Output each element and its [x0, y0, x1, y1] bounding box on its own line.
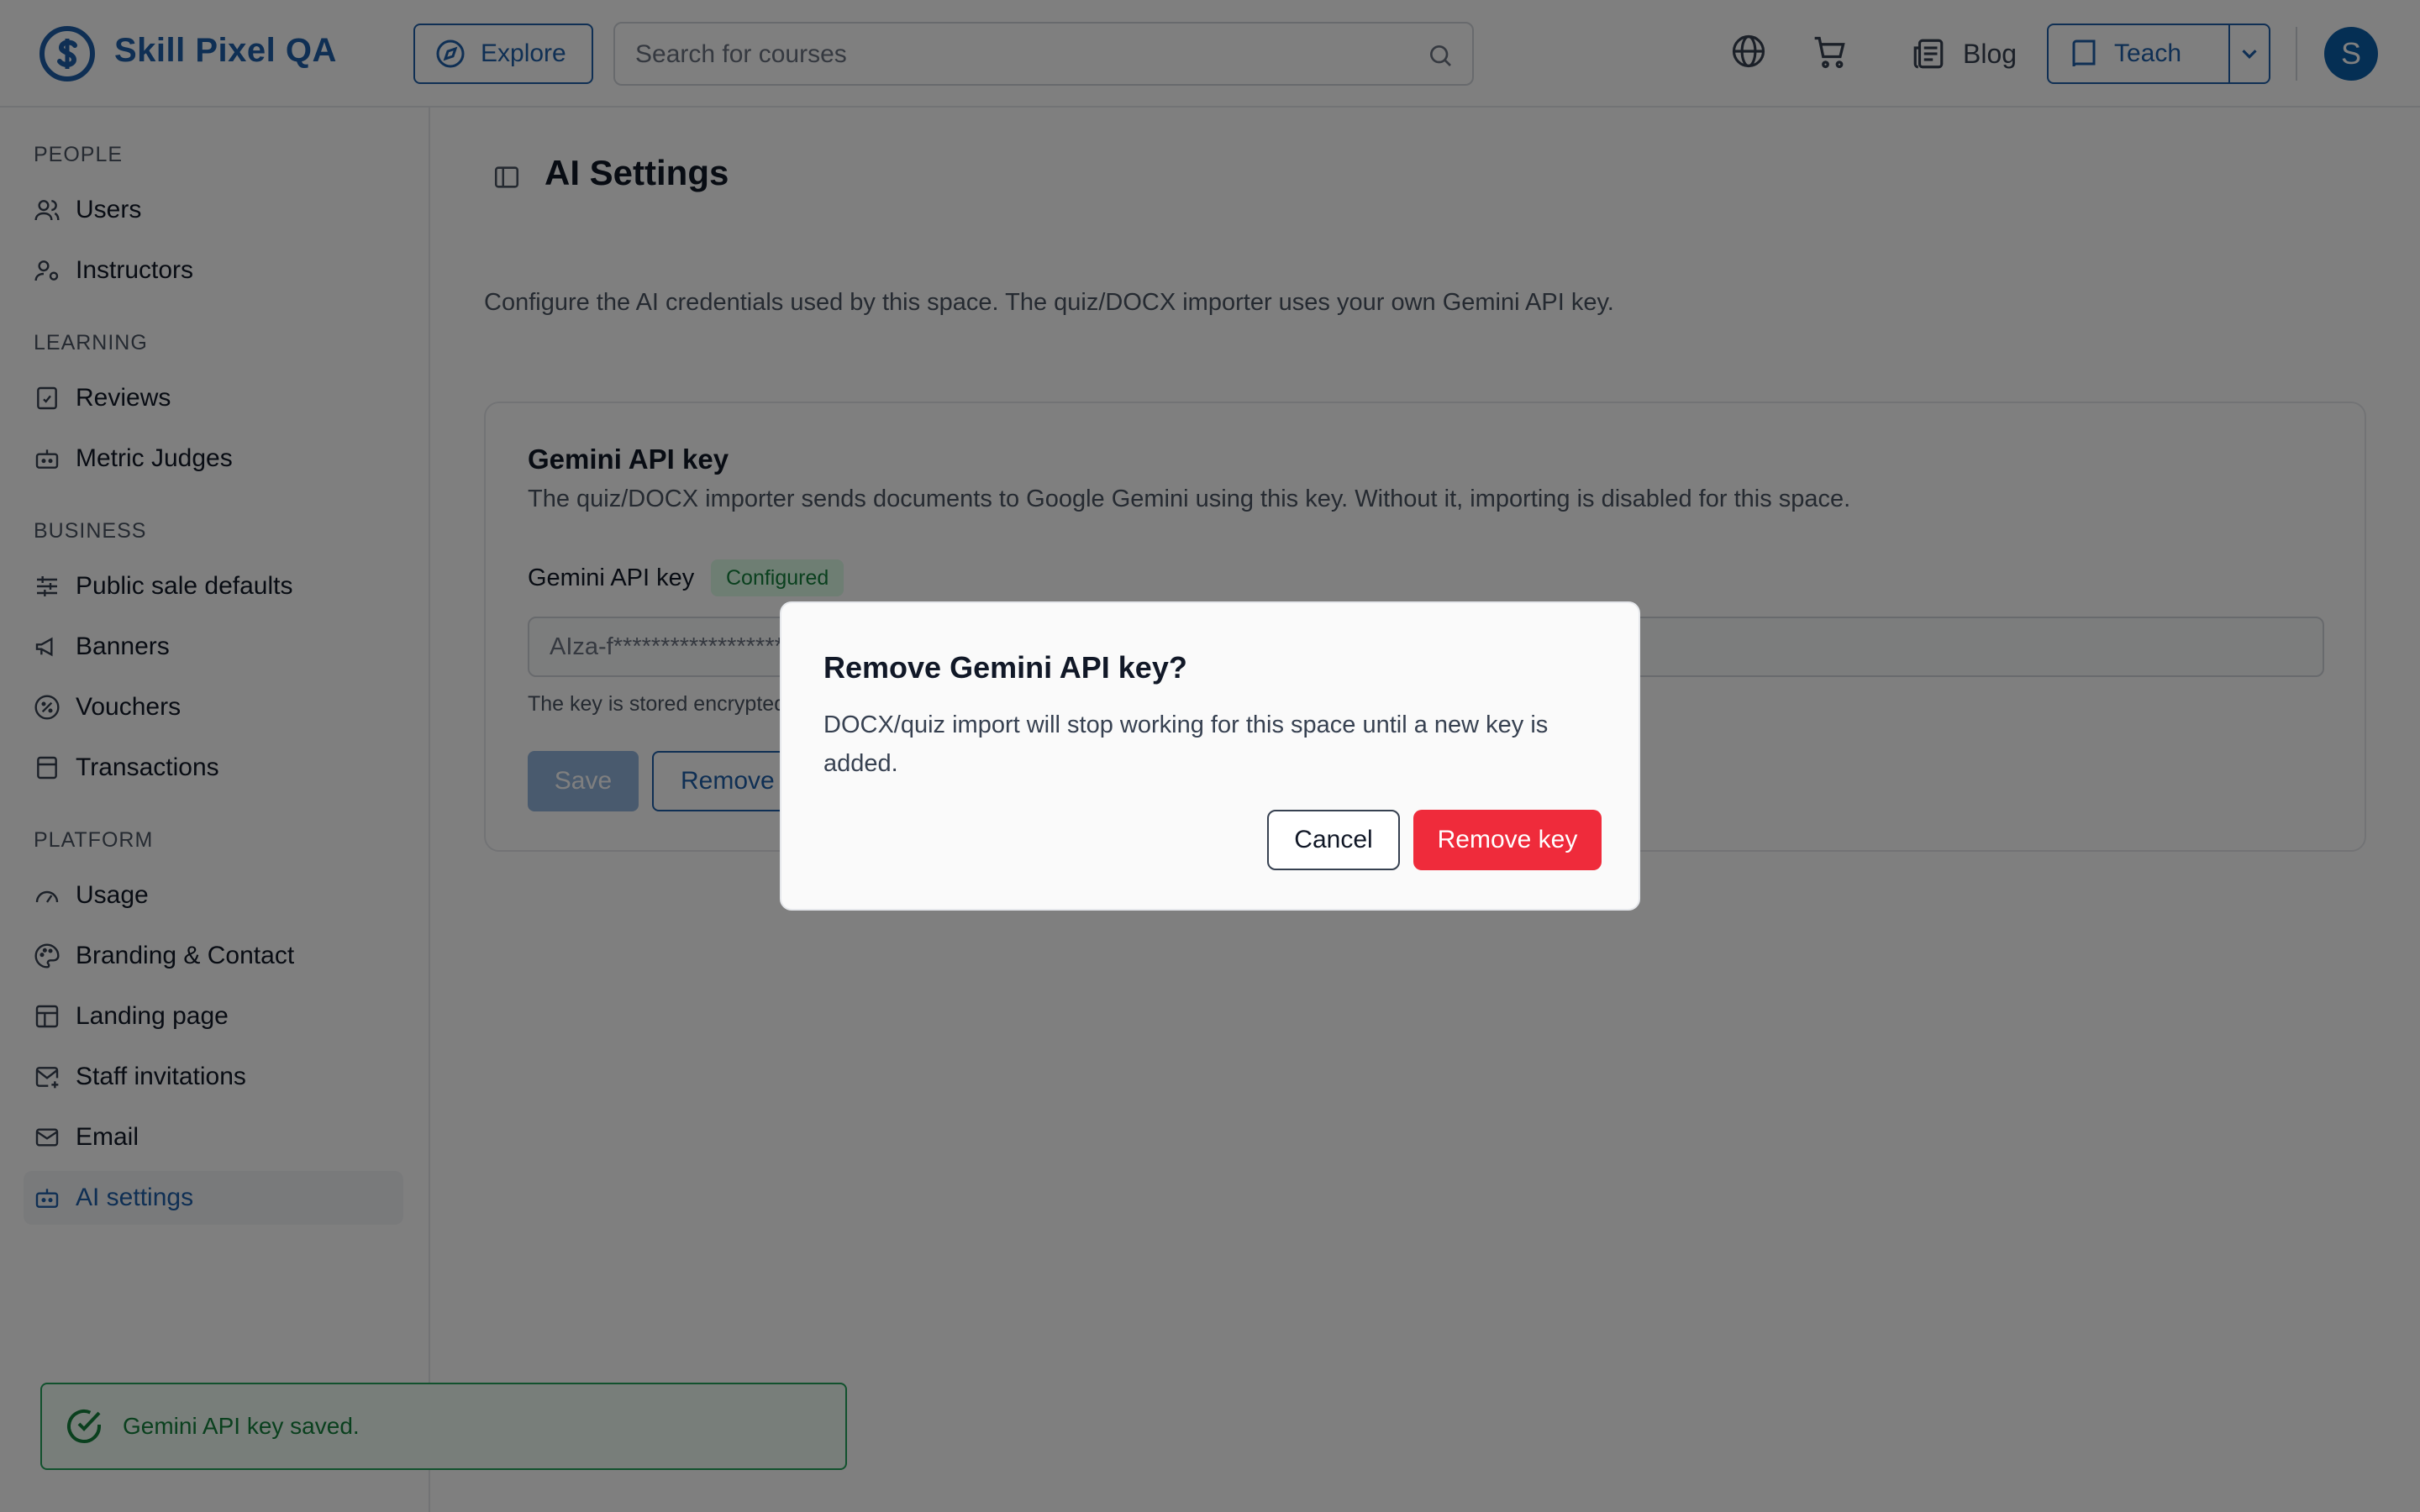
confirm-remove-button[interactable]: Remove key — [1413, 810, 1602, 870]
dialog-title: Remove Gemini API key? — [823, 650, 1187, 685]
cancel-button[interactable]: Cancel — [1267, 810, 1400, 870]
dialog-body: DOCX/quiz import will stop working for t… — [823, 711, 1549, 777]
confirm-remove-dialog: Remove Gemini API key? DOCX/quiz import … — [780, 601, 1640, 911]
